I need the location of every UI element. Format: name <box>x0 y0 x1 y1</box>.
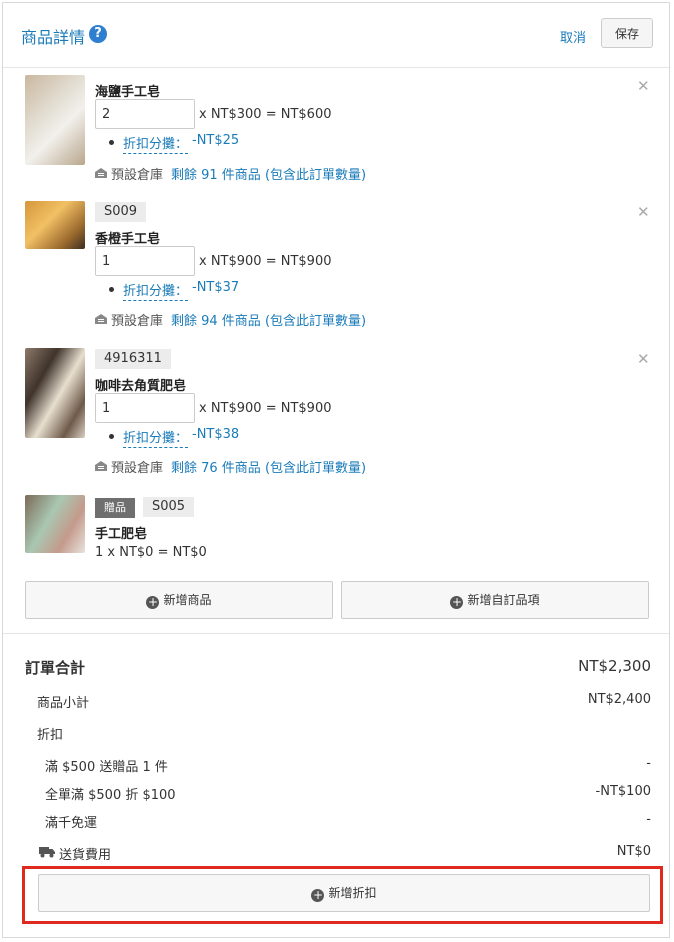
truck-icon <box>39 847 55 858</box>
gift-badge: 贈品 <box>95 498 135 518</box>
warehouse-label: 預設倉庫 <box>111 314 164 329</box>
plus-circle-icon: + <box>311 888 325 902</box>
product-image <box>25 495 85 553</box>
plus-circle-icon: + <box>146 595 160 609</box>
discount-share-link[interactable]: 折扣分攤： <box>123 280 189 301</box>
product-image <box>25 348 85 438</box>
discount-row-value: -NT$100 <box>595 784 651 799</box>
discount-row-label: 滿 $500 送贈品 1 件 <box>45 760 168 775</box>
add-custom-item-label: 新增自訂品項 <box>467 593 540 607</box>
discount-row-value: - <box>646 812 651 827</box>
discount-section-label: 折扣 <box>37 728 64 743</box>
stock-link[interactable]: 剩餘 94 件商品 (包含此訂單數量) <box>171 310 366 329</box>
discount-share-amount: -NT$37 <box>192 280 240 295</box>
discount-share-link[interactable]: 折扣分攤： <box>123 133 189 154</box>
page-title: 商品詳情 <box>21 28 86 47</box>
subtotal-value: NT$2,400 <box>587 692 651 707</box>
add-product-button[interactable]: + 新增商品 <box>25 581 333 619</box>
order-detail-panel: 商品詳情 ? 取消 保存 海鹽手工皂 x NT$300 = NT$600 折扣分… <box>2 2 670 938</box>
shipping-value: NT$0 <box>616 844 651 859</box>
warehouse-icon <box>95 168 107 178</box>
discount-share-link[interactable]: 折扣分攤： <box>123 427 189 448</box>
remove-item-icon[interactable]: ✕ <box>637 79 650 94</box>
subtotal-label: 商品小計 <box>37 696 90 711</box>
product-name: 香橙手工皂 <box>95 232 161 247</box>
cancel-link[interactable]: 取消 <box>560 27 586 46</box>
warehouse-label: 預設倉庫 <box>111 168 164 183</box>
product-image <box>25 201 85 249</box>
sku-badge: S009 <box>95 202 147 222</box>
stock-link[interactable]: 剩餘 91 件商品 (包含此訂單數量) <box>171 164 366 183</box>
discount-row-value: - <box>646 756 651 771</box>
shipping-label: 送貨費用 <box>59 848 112 863</box>
quantity-input[interactable] <box>95 99 195 129</box>
stock-link[interactable]: 剩餘 76 件商品 (包含此訂單數量) <box>171 457 366 476</box>
discount-share-amount: -NT$25 <box>192 133 240 148</box>
add-product-label: 新增商品 <box>163 593 212 607</box>
quantity-input[interactable] <box>95 246 195 276</box>
plus-circle-icon: + <box>450 595 464 609</box>
quantity-input[interactable] <box>95 393 195 423</box>
price-line: x NT$300 = NT$600 <box>199 107 332 122</box>
bullet-icon <box>109 140 114 145</box>
panel-header: 商品詳情 ? 取消 保存 <box>3 3 669 68</box>
price-line: x NT$900 = NT$900 <box>199 401 332 416</box>
discount-row-label: 全單滿 $500 折 $100 <box>45 788 176 803</box>
product-name: 咖啡去角質肥皂 <box>95 379 187 394</box>
remove-item-icon[interactable]: ✕ <box>637 352 650 367</box>
add-discount-label: 新增折扣 <box>328 886 377 900</box>
product-name: 手工肥皂 <box>95 527 148 542</box>
remove-item-icon[interactable]: ✕ <box>637 205 650 220</box>
section-divider <box>3 633 669 634</box>
warehouse-icon <box>95 314 107 324</box>
question-circle-icon[interactable]: ? <box>89 25 107 43</box>
order-total-value: NT$2,300 <box>578 657 651 675</box>
add-discount-button[interactable]: + 新增折扣 <box>38 874 650 912</box>
order-total-label: 訂單合計 <box>25 659 86 677</box>
bullet-icon <box>109 287 114 292</box>
discount-share-amount: -NT$38 <box>192 427 240 442</box>
save-button[interactable]: 保存 <box>601 18 653 48</box>
warehouse-icon <box>95 461 107 471</box>
product-image <box>25 75 85 165</box>
bullet-icon <box>109 434 114 439</box>
sku-badge: 4916311 <box>95 349 171 369</box>
product-name: 海鹽手工皂 <box>95 85 161 100</box>
price-line: x NT$900 = NT$900 <box>199 254 332 269</box>
price-line: 1 x NT$0 = NT$0 <box>95 545 207 560</box>
discount-row-label: 滿千免運 <box>45 816 98 831</box>
sku-badge: S005 <box>143 497 195 517</box>
add-custom-item-button[interactable]: + 新增自訂品項 <box>341 581 649 619</box>
warehouse-label: 預設倉庫 <box>111 461 164 476</box>
